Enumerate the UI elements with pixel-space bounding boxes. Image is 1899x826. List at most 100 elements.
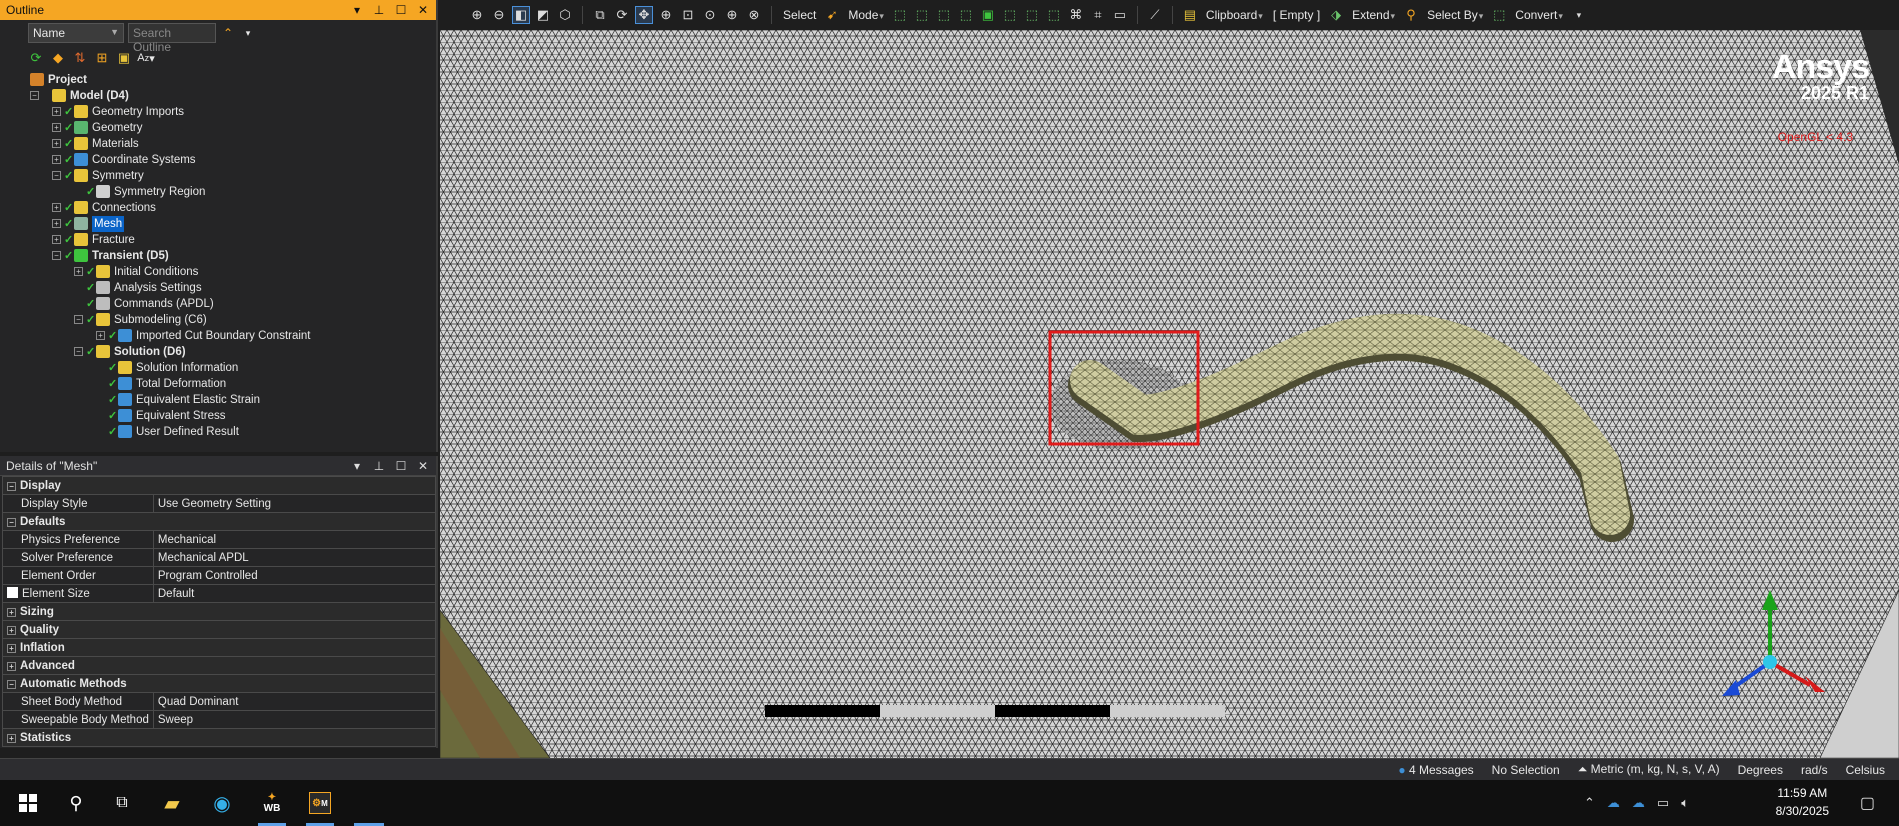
pin-icon[interactable]: ⊥ (372, 456, 386, 476)
temperature-unit[interactable]: Celsius (1846, 763, 1885, 777)
tree-item[interactable]: ✓ User Defined Result (0, 424, 436, 440)
magnify-icon[interactable]: ⊗ (745, 6, 763, 24)
tree-item[interactable]: + ✓ Mesh (0, 216, 436, 232)
expand-icon[interactable]: + (52, 219, 61, 228)
select-edge-icon[interactable]: ⬚ (913, 6, 931, 24)
select-by-dropdown[interactable]: Select By (1424, 8, 1486, 22)
sort-alpha-icon[interactable]: Az ▾ (137, 50, 154, 66)
property-value[interactable]: Default (152, 584, 437, 603)
extend-dropdown[interactable]: Extend (1349, 8, 1398, 22)
tree-item[interactable]: ✓ Symmetry Region (0, 184, 436, 200)
property-value[interactable]: Mechanical APDL (152, 548, 437, 567)
select-body-icon[interactable]: ⬚ (957, 6, 975, 24)
expand-icon[interactable]: + (52, 139, 61, 148)
maximize-icon[interactable]: ☐ (394, 456, 408, 476)
tree-item[interactable]: + ✓ Initial Conditions (0, 264, 436, 280)
angle-unit[interactable]: Degrees (1738, 763, 1783, 777)
convert-dropdown[interactable]: Convert (1512, 8, 1566, 22)
messages-status[interactable]: ● 4 Messages (1398, 763, 1473, 777)
collapse-icon[interactable]: − (74, 315, 83, 324)
tree-item[interactable]: + ✓ Coordinate Systems (0, 152, 436, 168)
grid-icon[interactable]: ⊞ (94, 50, 110, 66)
tree-item[interactable]: + ✓ Materials (0, 136, 436, 152)
zoom-all-icon[interactable]: ⊕ (723, 6, 741, 24)
tree-item[interactable]: − Model (D4) (0, 88, 436, 104)
chart-icon[interactable]: ⟋ (1146, 6, 1164, 24)
edge-button[interactable]: ◉ (200, 780, 244, 826)
zoom-fit-icon[interactable]: ⊙ (701, 6, 719, 24)
expand-icon[interactable]: + (7, 625, 16, 635)
collapse-icon[interactable]: − (7, 679, 16, 689)
folder-icon[interactable]: ▣ (116, 50, 132, 66)
details-group[interactable]: + Inflation (2, 638, 436, 657)
collapse-icon[interactable]: − (30, 91, 39, 100)
taskbar-clock[interactable]: 11:59 AM 8/30/2025 (1776, 784, 1829, 820)
expand-icon[interactable]: + (7, 643, 16, 653)
property-value[interactable]: Sweep (152, 710, 437, 729)
task-view-button[interactable]: ⧉ (100, 780, 144, 826)
tree-item[interactable]: ✓ Solution Information (0, 360, 436, 376)
pin-icon[interactable]: ⊥ (372, 0, 386, 20)
tree-item[interactable]: + ✓ Fracture (0, 232, 436, 248)
label-icon[interactable]: ⌗ (1089, 6, 1107, 24)
chevron-up-icon[interactable]: ⌃ (220, 25, 236, 41)
tree-item[interactable]: − ✓ Symmetry (0, 168, 436, 184)
copy-view-icon[interactable]: ⧉ (591, 6, 609, 24)
onedrive-icon[interactable]: ☁ (1607, 795, 1620, 811)
select-mesh-icon[interactable]: ⬚ (1023, 6, 1041, 24)
select-node-icon[interactable]: ▣ (979, 6, 997, 24)
rotate-icon[interactable]: ⟳ (613, 6, 631, 24)
blank-window-button[interactable] (346, 780, 392, 826)
select-vertex-icon[interactable]: ⬚ (891, 6, 909, 24)
expand-icon[interactable]: + (7, 607, 16, 617)
expand-icon[interactable]: + (52, 123, 61, 132)
select-face-icon[interactable]: ⬚ (935, 6, 953, 24)
start-button[interactable] (6, 780, 50, 826)
tree-item[interactable]: + ✓ Connections (0, 200, 436, 216)
expand-icon[interactable]: + (96, 331, 105, 340)
notification-button[interactable]: ▢ (1860, 780, 1875, 826)
select-element-icon[interactable]: ⬚ (1001, 6, 1019, 24)
expand-icon[interactable]: + (52, 203, 61, 212)
zoom-in-icon[interactable]: ⊕ (468, 6, 486, 24)
tree-item[interactable]: Project (0, 72, 436, 88)
workbench-button[interactable]: ✦ WB (250, 780, 294, 826)
dropdown-icon[interactable]: ▾ (350, 0, 364, 20)
expand-icon[interactable]: + (7, 661, 16, 671)
tag-icon[interactable]: ◆ (50, 50, 66, 66)
collapse-icon[interactable]: − (52, 171, 61, 180)
details-group[interactable]: − Display (2, 476, 436, 495)
details-group[interactable]: − Defaults (2, 512, 436, 531)
volume-icon[interactable]: 🔈︎ (1681, 795, 1689, 811)
maximize-icon[interactable]: ☐ (394, 0, 408, 20)
details-property-row[interactable]: Display Style Use Geometry Setting (2, 494, 437, 513)
clipboard-icon[interactable]: ▤ (1181, 6, 1199, 24)
iso-view-icon[interactable]: ◧ (512, 6, 530, 24)
tree-item[interactable]: − ✓ Transient (D5) (0, 248, 436, 264)
expand-icon[interactable]: + (74, 267, 83, 276)
zoom-icon[interactable]: ⊕ (657, 6, 675, 24)
details-property-row[interactable]: Sweepable Body Method Sweep (2, 710, 437, 729)
expand-icon[interactable]: + (52, 107, 61, 116)
comment-icon[interactable]: ▭ (1111, 6, 1129, 24)
details-property-row[interactable]: Element Size Default (2, 584, 437, 603)
collapse-icon[interactable]: − (7, 481, 16, 491)
overflow-icon[interactable]: ▾ (1570, 6, 1588, 24)
convert-icon[interactable]: ⬚ (1490, 6, 1508, 24)
collapse-icon[interactable]: − (52, 251, 61, 260)
refresh-icon[interactable]: ⟳ (28, 50, 44, 66)
tree-item[interactable]: ✓ Equivalent Elastic Strain (0, 392, 436, 408)
wireframe-icon[interactable]: ⬡ (556, 6, 574, 24)
graphics-viewport[interactable]: Ansys 2025 R1 OpenGL < 4.3 (440, 30, 1899, 758)
box-zoom-icon[interactable]: ⊡ (679, 6, 697, 24)
zoom-out-icon[interactable]: ⊖ (490, 6, 508, 24)
tree-item[interactable]: − ✓ Submodeling (C6) (0, 312, 436, 328)
details-group[interactable]: + Statistics (2, 728, 436, 747)
dropdown-icon[interactable]: ▾ (350, 456, 364, 476)
tree-item[interactable]: + ✓ Geometry (0, 120, 436, 136)
close-icon[interactable]: ✕ (416, 456, 430, 476)
mechanical-button[interactable]: ⚙ M (298, 780, 342, 826)
extend-icon[interactable]: ⬗ (1327, 6, 1345, 24)
sort-icon[interactable]: ⇅ (72, 50, 88, 66)
tree-item[interactable]: ✓ Total Deformation (0, 376, 436, 392)
